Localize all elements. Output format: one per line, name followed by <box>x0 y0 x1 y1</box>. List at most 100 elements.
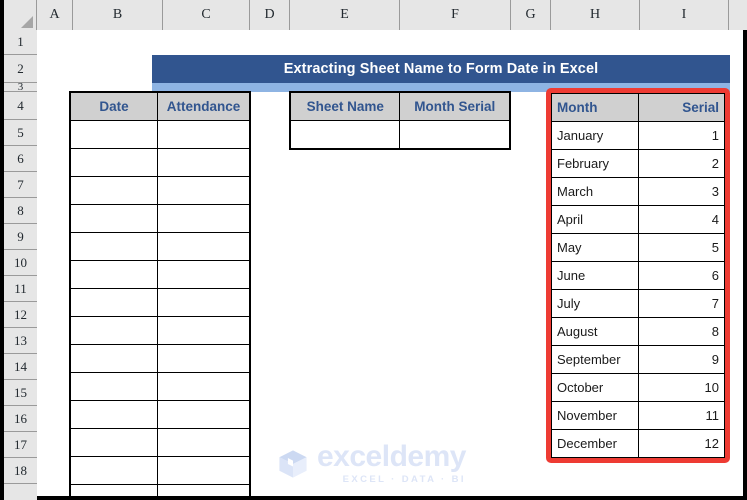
cell-month[interactable]: April <box>550 205 640 234</box>
cell-month[interactable]: September <box>550 345 640 374</box>
column-header-date[interactable]: Date <box>69 92 159 121</box>
column-header-serial[interactable]: Serial <box>638 93 725 122</box>
row-header-4[interactable]: 4 <box>4 92 37 120</box>
cell-attendance[interactable] <box>157 316 250 345</box>
table-row[interactable] <box>69 260 250 289</box>
cell-serial[interactable]: 11 <box>638 401 725 430</box>
row-header-5[interactable]: 5 <box>4 120 37 146</box>
table-row[interactable]: September 9 <box>550 345 725 374</box>
column-header-H[interactable]: H <box>551 0 640 30</box>
cell-serial[interactable]: 10 <box>638 373 725 402</box>
table-row[interactable]: February 2 <box>550 149 725 178</box>
cell-attendance[interactable] <box>157 176 250 205</box>
cell-serial[interactable]: 3 <box>638 177 725 206</box>
cell-attendance[interactable] <box>157 484 250 496</box>
cell-serial[interactable]: 5 <box>638 233 725 262</box>
table-row[interactable] <box>69 232 250 261</box>
cell-serial[interactable]: 9 <box>638 345 725 374</box>
cell-month[interactable]: November <box>550 401 640 430</box>
table-row[interactable] <box>69 456 250 485</box>
table-row[interactable] <box>69 400 250 429</box>
cell-serial[interactable]: 6 <box>638 261 725 290</box>
cell-date[interactable] <box>69 316 159 345</box>
cell-attendance[interactable] <box>157 148 250 177</box>
row-header-2[interactable]: 2 <box>4 55 37 83</box>
row-header-3[interactable]: 3 <box>4 83 37 92</box>
cell-attendance[interactable] <box>157 120 250 149</box>
row-header-16[interactable]: 16 <box>4 406 37 432</box>
cell-date[interactable] <box>69 456 159 485</box>
cell-attendance[interactable] <box>157 260 250 289</box>
column-header-B[interactable]: B <box>73 0 163 30</box>
cell-attendance[interactable] <box>157 400 250 429</box>
table-row[interactable] <box>69 316 250 345</box>
table-row[interactable]: August 8 <box>550 317 725 346</box>
cell-date[interactable] <box>69 372 159 401</box>
cell-serial[interactable]: 12 <box>638 429 725 458</box>
table-row[interactable]: November 11 <box>550 401 725 430</box>
table-row[interactable] <box>69 344 250 373</box>
cell-month[interactable]: March <box>550 177 640 206</box>
table-row[interactable] <box>289 120 510 149</box>
column-header-D[interactable]: D <box>250 0 290 30</box>
cell-date[interactable] <box>69 484 159 496</box>
cell-date[interactable] <box>69 204 159 233</box>
row-header-8[interactable]: 8 <box>4 198 37 224</box>
sheetname-monthserial-table[interactable]: Sheet Name Month Serial <box>289 91 511 150</box>
table-row[interactable]: October 10 <box>550 373 725 402</box>
cell-sheet-name[interactable] <box>289 120 401 149</box>
table-row[interactable] <box>69 484 250 496</box>
row-header-14[interactable]: 14 <box>4 354 37 380</box>
column-header-month[interactable]: Month <box>550 93 640 122</box>
table-row[interactable] <box>69 148 250 177</box>
cell-date[interactable] <box>69 344 159 373</box>
select-all-corner[interactable] <box>4 0 37 30</box>
column-header-I[interactable]: I <box>640 0 729 30</box>
cell-date[interactable] <box>69 232 159 261</box>
cell-date[interactable] <box>69 260 159 289</box>
cell-month[interactable]: July <box>550 289 640 318</box>
cell-serial[interactable]: 4 <box>638 205 725 234</box>
cell-serial[interactable]: 8 <box>638 317 725 346</box>
cell-date[interactable] <box>69 120 159 149</box>
cell-month-serial[interactable] <box>399 120 510 149</box>
cell-serial[interactable]: 7 <box>638 289 725 318</box>
cell-month[interactable]: August <box>550 317 640 346</box>
row-header-12[interactable]: 12 <box>4 302 37 328</box>
row-header-7[interactable]: 7 <box>4 172 37 198</box>
column-header-C[interactable]: C <box>163 0 250 30</box>
column-header-G[interactable]: G <box>511 0 551 30</box>
row-header-18[interactable]: 18 <box>4 458 37 484</box>
cell-attendance[interactable] <box>157 456 250 485</box>
row-header-17[interactable]: 17 <box>4 432 37 458</box>
row-header-15[interactable]: 15 <box>4 380 37 406</box>
row-header-10[interactable]: 10 <box>4 250 37 276</box>
table-row[interactable] <box>69 288 250 317</box>
table-row[interactable]: June 6 <box>550 261 725 290</box>
table-row[interactable] <box>69 428 250 457</box>
cell-month[interactable]: January <box>550 121 640 150</box>
table-row[interactable]: April 4 <box>550 205 725 234</box>
column-header-E[interactable]: E <box>290 0 400 30</box>
row-header-1[interactable]: 1 <box>4 30 37 55</box>
table-row[interactable] <box>69 176 250 205</box>
cell-date[interactable] <box>69 288 159 317</box>
cell-attendance[interactable] <box>157 372 250 401</box>
column-header-F[interactable]: F <box>400 0 511 30</box>
column-header-A[interactable]: A <box>37 0 73 30</box>
table-row[interactable]: May 5 <box>550 233 725 262</box>
cell-attendance[interactable] <box>157 232 250 261</box>
cell-month[interactable]: December <box>550 429 640 458</box>
row-header-9[interactable]: 9 <box>4 224 37 250</box>
column-header-attendance[interactable]: Attendance <box>157 92 250 121</box>
cell-date[interactable] <box>69 400 159 429</box>
table-row[interactable]: March 3 <box>550 177 725 206</box>
cell-attendance[interactable] <box>157 428 250 457</box>
grid-canvas[interactable]: Extracting Sheet Name to Form Date in Ex… <box>38 30 743 496</box>
cell-date[interactable] <box>69 176 159 205</box>
cell-attendance[interactable] <box>157 344 250 373</box>
cell-serial[interactable]: 2 <box>638 149 725 178</box>
cell-month[interactable]: February <box>550 149 640 178</box>
row-header-11[interactable]: 11 <box>4 276 37 302</box>
column-header-sheet-name[interactable]: Sheet Name <box>289 92 401 121</box>
